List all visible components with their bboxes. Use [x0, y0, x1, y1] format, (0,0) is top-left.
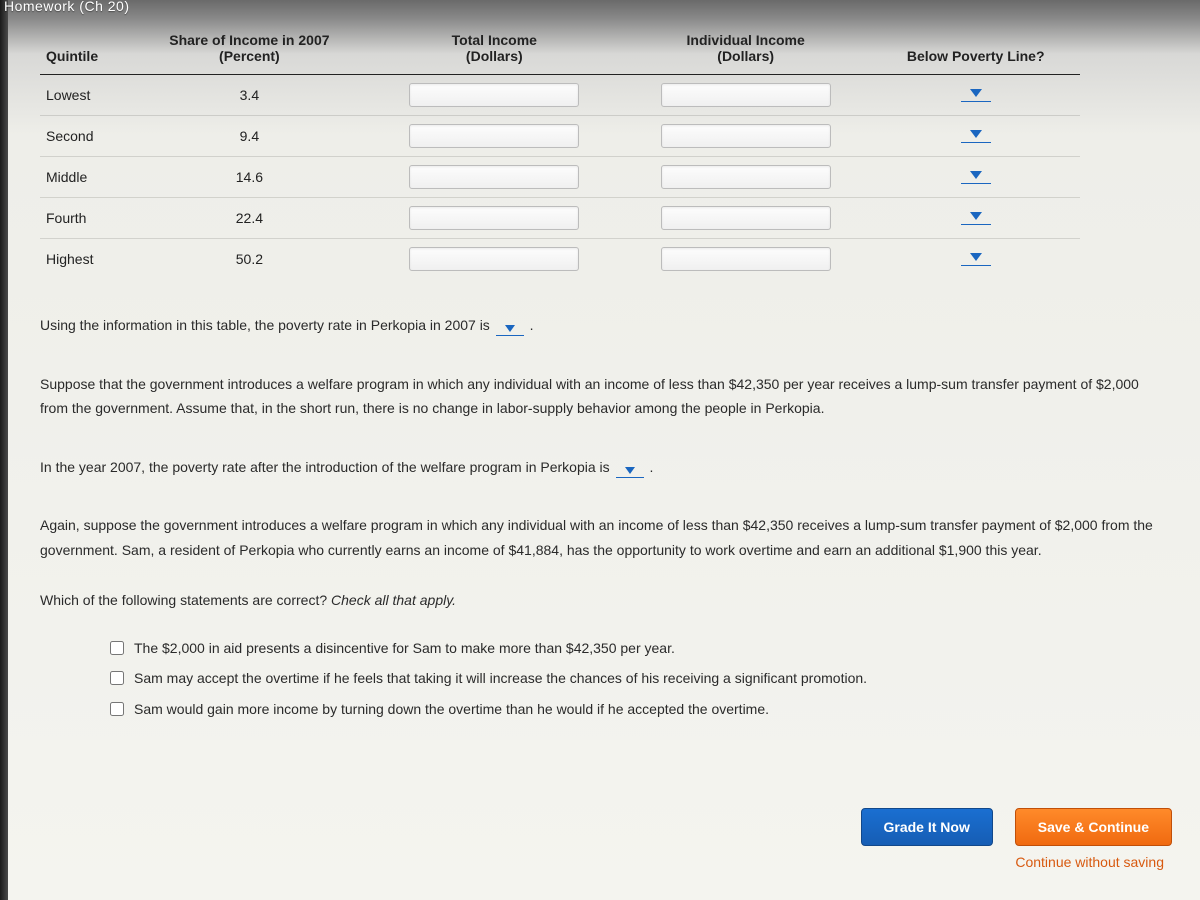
individual-income-input-0[interactable]: [661, 83, 831, 107]
individual-income-input-1[interactable]: [661, 124, 831, 148]
cell-share: 3.4: [130, 75, 369, 116]
scenario-1-text: Suppose that the government introduces a…: [40, 372, 1162, 421]
checkbox-0[interactable]: [110, 641, 124, 655]
below-poverty-dropdown-1[interactable]: [961, 125, 991, 143]
window-left-edge: [0, 0, 8, 900]
th-quintile: Quintile: [40, 28, 130, 75]
below-poverty-dropdown-4[interactable]: [961, 248, 991, 266]
total-income-input-4[interactable]: [409, 247, 579, 271]
cell-poverty: [871, 239, 1080, 280]
table-body: Lowest3.4Second9.4Middle14.6Fourth22.4Hi…: [40, 75, 1080, 280]
question-1: Using the information in this table, the…: [40, 313, 1162, 338]
chevron-down-icon: [970, 212, 982, 220]
cell-total: [369, 157, 620, 198]
cell-total: [369, 116, 620, 157]
cell-quintile: Second: [40, 116, 130, 157]
individual-income-input-4[interactable]: [661, 247, 831, 271]
individual-income-input-2[interactable]: [661, 165, 831, 189]
cell-share: 9.4: [130, 116, 369, 157]
chevron-down-icon: [625, 467, 635, 474]
table-row: Highest50.2: [40, 239, 1080, 280]
total-income-input-2[interactable]: [409, 165, 579, 189]
save-continue-button[interactable]: Save & Continue: [1015, 808, 1172, 846]
chevron-down-icon: [970, 171, 982, 179]
cell-share: 50.2: [130, 239, 369, 280]
scenario-2-text: Again, suppose the government introduces…: [40, 513, 1162, 562]
cell-individual: [620, 75, 871, 116]
total-income-input-1[interactable]: [409, 124, 579, 148]
question-content: Quintile Share of Income in 2007 (Percen…: [0, 0, 1200, 745]
checkbox-label: Sam would gain more income by turning do…: [134, 701, 769, 717]
total-income-input-3[interactable]: [409, 206, 579, 230]
poverty-rate-2-dropdown[interactable]: [616, 464, 644, 478]
cell-quintile: Lowest: [40, 75, 130, 116]
below-poverty-dropdown-3[interactable]: [961, 207, 991, 225]
breadcrumb: Homework (Ch 20): [4, 0, 129, 14]
cell-individual: [620, 198, 871, 239]
th-share: Share of Income in 2007 (Percent): [130, 28, 369, 75]
checkbox-option-0[interactable]: The $2,000 in aid presents a disincentiv…: [110, 633, 1172, 664]
cell-quintile: Middle: [40, 157, 130, 198]
table-row: Middle14.6: [40, 157, 1080, 198]
checkbox-option-1[interactable]: Sam may accept the overtime if he feels …: [110, 663, 1172, 694]
grade-it-now-button[interactable]: Grade It Now: [861, 808, 993, 846]
cell-total: [369, 239, 620, 280]
income-table: Quintile Share of Income in 2007 (Percen…: [40, 28, 1080, 279]
cell-quintile: Highest: [40, 239, 130, 280]
cell-total: [369, 198, 620, 239]
checkbox-label: The $2,000 in aid presents a disincentiv…: [134, 640, 675, 656]
cell-poverty: [871, 198, 1080, 239]
cell-poverty: [871, 116, 1080, 157]
table-row: Lowest3.4: [40, 75, 1080, 116]
table-row: Fourth22.4: [40, 198, 1080, 239]
cell-poverty: [871, 75, 1080, 116]
question-2: In the year 2007, the poverty rate after…: [40, 455, 1162, 480]
checkbox-group: The $2,000 in aid presents a disincentiv…: [110, 633, 1172, 725]
checkbox-2[interactable]: [110, 702, 124, 716]
table-row: Second9.4: [40, 116, 1080, 157]
chevron-down-icon: [970, 89, 982, 97]
question-3-stem: Which of the following statements are co…: [40, 588, 1162, 613]
cell-share: 22.4: [130, 198, 369, 239]
individual-income-input-3[interactable]: [661, 206, 831, 230]
chevron-down-icon: [505, 325, 515, 332]
below-poverty-dropdown-2[interactable]: [961, 166, 991, 184]
chevron-down-icon: [970, 130, 982, 138]
total-income-input-0[interactable]: [409, 83, 579, 107]
checkbox-label: Sam may accept the overtime if he feels …: [134, 670, 867, 686]
continue-without-saving-link[interactable]: Continue without saving: [843, 854, 1173, 870]
checkbox-1[interactable]: [110, 671, 124, 685]
cell-poverty: [871, 157, 1080, 198]
th-individual: Individual Income (Dollars): [620, 28, 871, 75]
cell-individual: [620, 157, 871, 198]
cell-quintile: Fourth: [40, 198, 130, 239]
below-poverty-dropdown-0[interactable]: [961, 84, 991, 102]
chevron-down-icon: [970, 253, 982, 261]
cell-share: 14.6: [130, 157, 369, 198]
cell-individual: [620, 116, 871, 157]
cell-total: [369, 75, 620, 116]
th-poverty: Below Poverty Line?: [871, 28, 1080, 75]
poverty-rate-1-dropdown[interactable]: [496, 322, 524, 336]
footer-buttons: Grade It Now Save & Continue Continue wi…: [843, 808, 1173, 870]
th-total: Total Income (Dollars): [369, 28, 620, 75]
cell-individual: [620, 239, 871, 280]
checkbox-option-2[interactable]: Sam would gain more income by turning do…: [110, 694, 1172, 725]
